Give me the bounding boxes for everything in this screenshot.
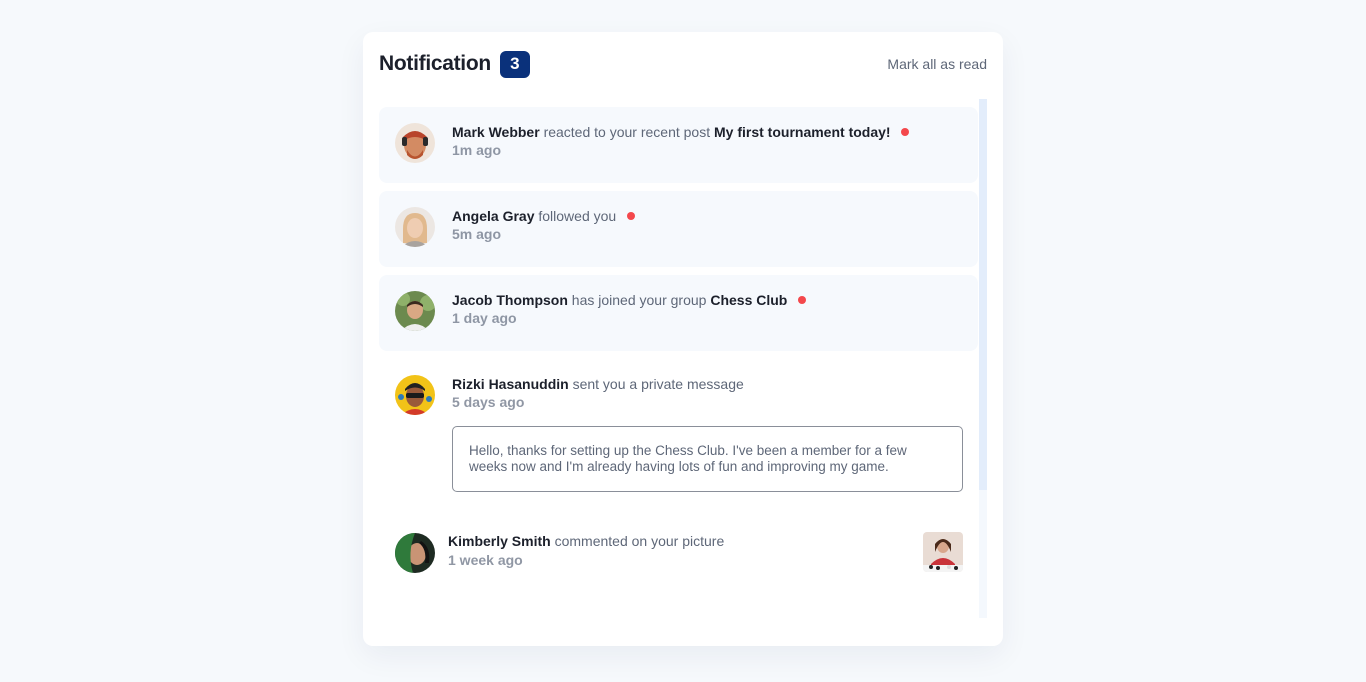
avatar[interactable] <box>395 207 435 247</box>
header-title-group: Notification 3 <box>379 50 530 78</box>
user-name-link[interactable]: Jacob Thompson <box>452 292 568 308</box>
notification-text: Jacob Thompson has joined your group Che… <box>452 291 807 309</box>
notification-action: has joined your group <box>571 292 707 308</box>
notification-action: followed you <box>538 208 617 224</box>
avatar[interactable] <box>395 123 435 163</box>
notification-time: 1 day ago <box>452 310 517 326</box>
notification-item[interactable]: Kimberly Smith commented on your picture… <box>379 517 978 593</box>
notification-text: Angela Gray followed you <box>452 207 636 225</box>
private-message-preview[interactable]: Hello, thanks for setting up the Chess C… <box>452 426 963 492</box>
notification-time: 1m ago <box>452 142 502 158</box>
notification-item[interactable]: Jacob Thompson has joined your group Che… <box>379 275 978 351</box>
notification-text: Rizki Hasanuddin sent you a private mess… <box>452 375 744 393</box>
avatar[interactable] <box>395 375 435 415</box>
notification-action: sent you a private message <box>572 376 744 392</box>
notifications-card: Notification 3 Mark all as read Mark Web… <box>363 32 1003 646</box>
unread-dot <box>798 296 807 304</box>
notification-item[interactable]: Angela Gray followed you 5m ago <box>379 191 978 267</box>
scrollbar-thumb[interactable] <box>979 99 987 490</box>
notification-text: Mark Webber reacted to your recent post … <box>452 123 910 141</box>
notification-action: commented on your picture <box>554 533 725 549</box>
avatar[interactable] <box>395 291 435 331</box>
user-name-link[interactable]: Rizki Hasanuddin <box>452 376 569 392</box>
commented-picture-thumbnail[interactable] <box>923 532 963 572</box>
user-name-link[interactable]: Angela Gray <box>452 208 534 224</box>
user-name-link[interactable]: Mark Webber <box>452 124 540 140</box>
notification-list[interactable]: Mark Webber reacted to your recent post … <box>379 99 987 618</box>
notification-time: 1 week ago <box>448 552 523 568</box>
page-title: Notification <box>379 52 491 75</box>
unread-count-badge: 3 <box>499 50 530 78</box>
group-link[interactable]: Chess Club <box>710 292 787 308</box>
notification-item[interactable]: Mark Webber reacted to your recent post … <box>379 107 978 183</box>
notification-action: reacted to your recent post <box>543 124 711 140</box>
notification-item[interactable]: Rizki Hasanuddin sent you a private mess… <box>379 359 978 509</box>
post-link[interactable]: My first tournament today! <box>714 124 891 140</box>
unread-dot <box>901 128 910 136</box>
avatar[interactable] <box>395 533 435 573</box>
notifications-header: Notification 3 Mark all as read <box>379 50 987 78</box>
notification-time: 5 days ago <box>452 394 525 410</box>
unread-dot <box>627 212 636 220</box>
notification-text: Kimberly Smith commented on your picture <box>448 532 724 550</box>
notification-time: 5m ago <box>452 226 502 242</box>
mark-all-read-button[interactable]: Mark all as read <box>887 56 987 72</box>
user-name-link[interactable]: Kimberly Smith <box>448 533 551 549</box>
